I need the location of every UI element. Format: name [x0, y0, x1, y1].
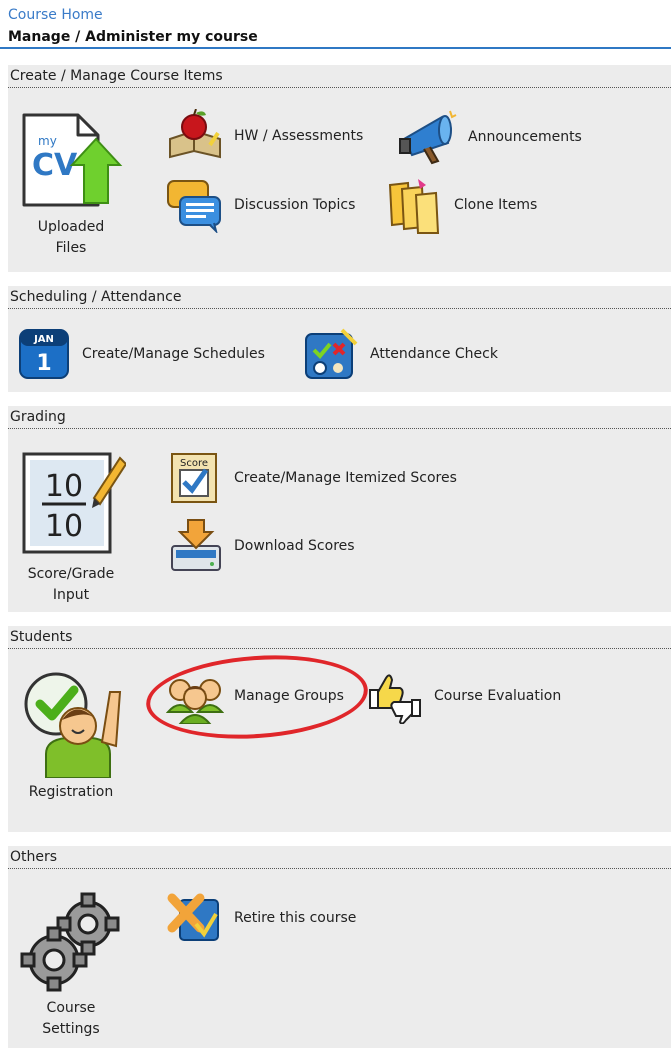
registration-button[interactable]: Registration [16, 668, 126, 803]
download-scores-link[interactable]: Download Scores [166, 518, 355, 574]
section-create-manage: Create / Manage Course Items my CV Uploa… [8, 65, 671, 272]
uploaded-files-icon: my CV [22, 113, 123, 207]
page-title: Manage / Administer my course [8, 29, 258, 45]
create-manage-itemized-scores-link[interactable]: Score Create/Manage Itemized Scores [166, 450, 457, 506]
score-fraction-icon: 10 10 [22, 452, 126, 554]
clone-folders-icon [388, 179, 440, 234]
section-scheduling: Scheduling / Attendance JAN 1 Create/Man… [8, 286, 671, 392]
section-title-create: Create / Manage Course Items [8, 65, 671, 88]
registration-label: Registration [28, 784, 114, 800]
section-title-scheduling: Scheduling / Attendance [8, 286, 671, 309]
clone-items-link[interactable]: Clone Items [386, 175, 537, 235]
section-title-grading: Grading [8, 406, 671, 429]
megaphone-icon [399, 110, 457, 165]
attendance-check-link[interactable]: Attendance Check [302, 326, 498, 382]
create-manage-schedules-link[interactable]: JAN 1 Create/Manage Schedules [16, 326, 265, 382]
download-scores-label: Download Scores [234, 538, 355, 554]
discussion-topics-label: Discussion Topics [234, 197, 356, 213]
svg-text:10: 10 [45, 509, 83, 544]
breadcrumb-course-home[interactable]: Course Home [8, 7, 103, 23]
uploaded-files-label: Uploaded Files [37, 219, 105, 256]
clone-items-label: Clone Items [454, 197, 538, 213]
score-grade-input-button[interactable]: 10 10 Score/Grade Input [16, 448, 126, 606]
course-settings-label: Course Settings [42, 1000, 100, 1037]
thumbs-up-down-icon [369, 674, 421, 724]
retire-x-check-icon [167, 893, 219, 941]
apple-book-icon [169, 109, 221, 159]
retire-course-link[interactable]: Retire this course [166, 890, 356, 946]
manage-groups-label: Manage Groups [234, 688, 344, 704]
section-grading: Grading 10 10 Score/Grade Input Score Cr… [8, 406, 671, 612]
score-card-icon: Score [171, 453, 217, 503]
retire-course-label: Retire this course [234, 910, 357, 926]
manage-groups-link[interactable]: Manage Groups [166, 668, 344, 724]
course-evaluation-label: Course Evaluation [434, 688, 562, 704]
announcements-label: Announcements [468, 129, 582, 145]
calendar-icon: JAN 1 [19, 329, 69, 379]
hw-assessments-link[interactable]: HW / Assessments [166, 109, 363, 163]
course-settings-button[interactable]: Course Settings [16, 890, 126, 1040]
section-title-students: Students [8, 626, 671, 649]
svg-text:JAN: JAN [33, 334, 54, 345]
gears-icon [20, 892, 120, 992]
course-evaluation-link[interactable]: Course Evaluation [366, 668, 561, 724]
group-people-icon [166, 679, 224, 724]
svg-text:Score: Score [180, 458, 208, 469]
create-manage-itemized-scores-label: Create/Manage Itemized Scores [234, 470, 457, 486]
discussion-bubbles-icon [167, 180, 221, 233]
discussion-topics-link[interactable]: Discussion Topics [166, 177, 355, 233]
score-grade-input-label: Score/Grade Input [27, 566, 115, 603]
create-manage-schedules-label: Create/Manage Schedules [82, 346, 265, 362]
uploaded-files-button[interactable]: my CV Uploaded Files [16, 109, 126, 259]
registration-student-icon [24, 672, 122, 778]
svg-text:1: 1 [36, 351, 51, 376]
download-tray-icon [171, 519, 221, 571]
announcements-link[interactable]: Announcements [398, 109, 582, 165]
attendance-check-label: Attendance Check [370, 346, 498, 362]
svg-text:my: my [38, 134, 57, 148]
svg-text:10: 10 [45, 469, 83, 504]
section-students: Students Registration Manage Groups Cour… [8, 626, 671, 832]
section-title-others: Others [8, 846, 671, 869]
title-divider [0, 47, 671, 49]
attendance-checkbox-icon [305, 328, 358, 379]
section-others: Others Course Settings Retire this cours… [8, 846, 671, 1048]
hw-assessments-label: HW / Assessments [234, 128, 364, 144]
